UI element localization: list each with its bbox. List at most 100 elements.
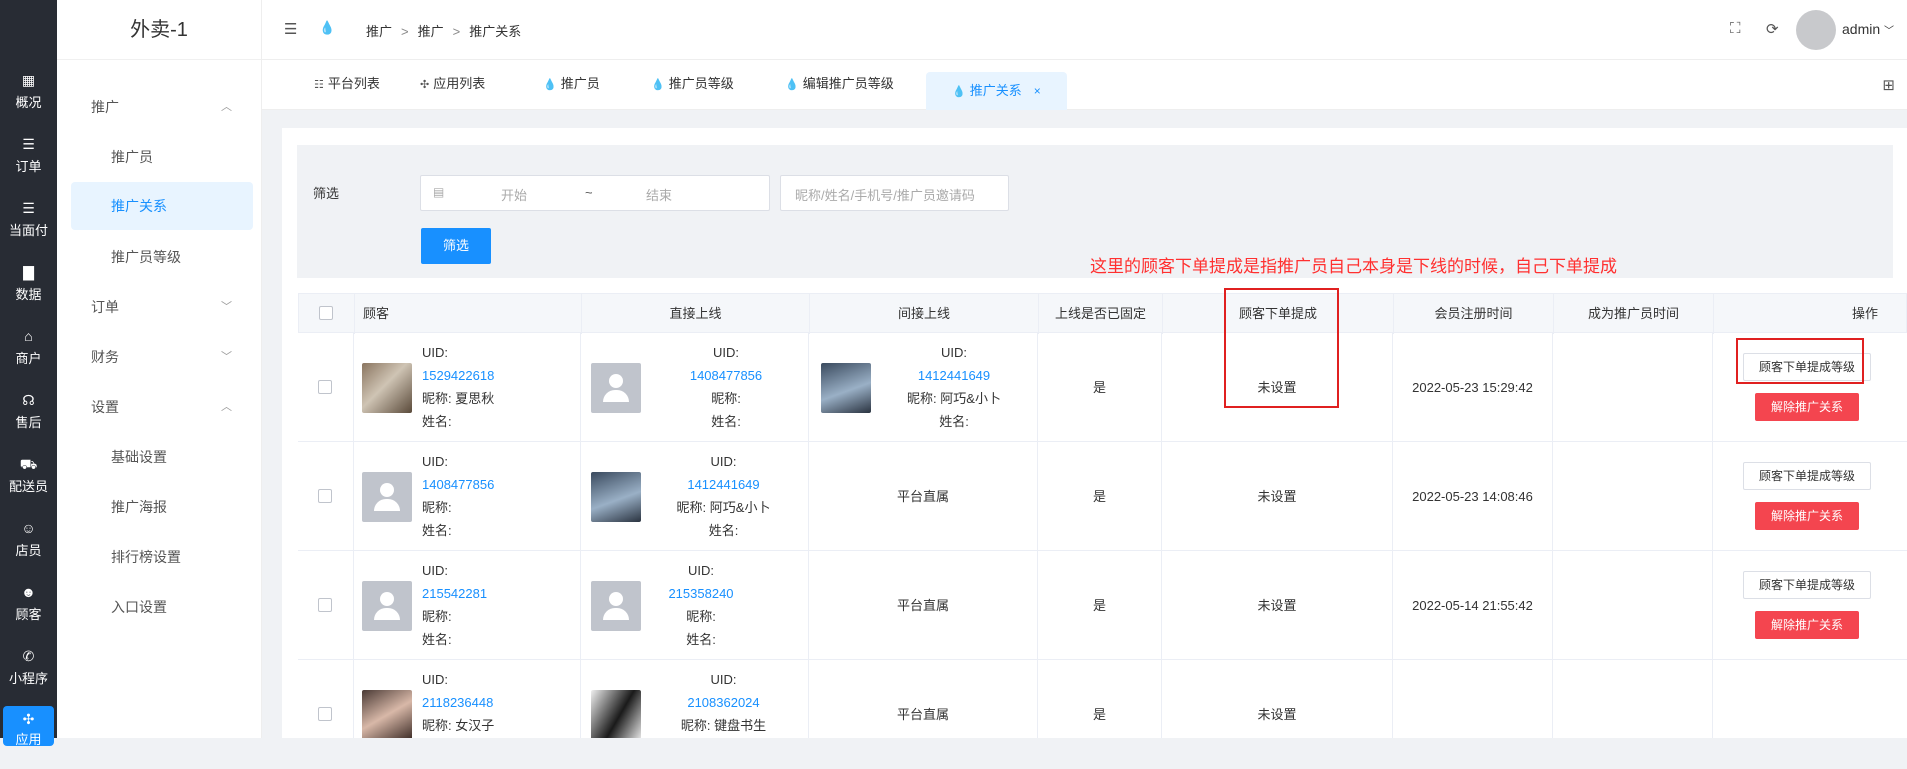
unbind-relation-button[interactable]: 解除推广关系	[1755, 502, 1859, 530]
range-separator: ~	[585, 185, 593, 200]
row-checkbox[interactable]	[318, 707, 332, 721]
checkbox-cell	[298, 442, 354, 551]
sidebar-item-label: 订单	[91, 299, 119, 315]
nickname: 昵称: 女汉子	[422, 718, 495, 733]
rail-item-label: 概况	[15, 95, 42, 110]
indirect-upline-avatar	[821, 363, 871, 413]
refresh-icon[interactable]: ⟳	[1766, 20, 1779, 38]
sidebar-group-orders[interactable]: 订单 ﹀	[57, 287, 262, 327]
uid-link[interactable]: 1412441649	[641, 473, 806, 496]
upline-fixed-cell: 是	[1038, 442, 1162, 551]
table-row: UID: 1529422618 昵称: 夏思秋 姓名: UID: 1408477…	[298, 333, 1907, 442]
rail-item-staff[interactable]: ☺ 店员	[0, 508, 57, 572]
row-checkbox[interactable]	[318, 489, 332, 503]
customer-info: UID: 1529422618 昵称: 夏思秋 姓名:	[422, 341, 494, 433]
upline-fixed-cell: 是	[1038, 551, 1162, 660]
sidebar-item-promotion-relation[interactable]: 推广关系	[71, 182, 253, 230]
sidebar-item-entry[interactable]: 入口设置	[57, 587, 262, 627]
tab-edit-promoter-level[interactable]: 💧 编辑推广员等级	[785, 60, 894, 108]
uid-label: UID:	[710, 454, 737, 469]
sidebar-group-promotion[interactable]: 推广 ︿	[57, 87, 262, 127]
sidebar-item-ranking[interactable]: 排行榜设置	[57, 537, 262, 577]
rail-item-after-sales[interactable]: ☊ 售后	[0, 380, 57, 444]
unbind-relation-button[interactable]: 解除推广关系	[1755, 393, 1859, 421]
start-date-input[interactable]: 开始	[501, 185, 527, 204]
sidebar-item-poster[interactable]: 推广海报	[57, 487, 262, 527]
select-all-checkbox[interactable]	[319, 306, 333, 320]
sidebar-group-finance[interactable]: 财务 ﹀	[57, 337, 262, 377]
uid-link[interactable]: 2118236448	[422, 691, 494, 714]
breadcrumb-item[interactable]: 推广	[366, 24, 392, 39]
row-checkbox[interactable]	[318, 380, 332, 394]
rail-item-face-pay[interactable]: ☰ 当面付	[0, 188, 57, 252]
tab-promotion-relation[interactable]: 💧 推广关系 ×	[926, 72, 1067, 110]
rail-item-mini-program[interactable]: ✆ 小程序	[0, 636, 57, 700]
rail-item-delivery[interactable]: ⛟ 配送员	[0, 444, 57, 508]
nickname: 昵称:	[686, 609, 716, 624]
fullscreen-icon[interactable]: ⛶	[1730, 20, 1741, 37]
user-silhouette-icon	[380, 483, 394, 497]
commission-level-button[interactable]: 顾客下单提成等级	[1743, 462, 1871, 490]
date-range-picker[interactable]: ▤ 开始 ~ 结束	[420, 175, 770, 211]
uid-label: UID:	[422, 345, 448, 360]
real-name: 姓名:	[711, 414, 741, 429]
direct-upline-cell: UID: 215358240 昵称: 姓名:	[581, 551, 809, 660]
avatar[interactable]	[1796, 10, 1836, 50]
rail-item-apps[interactable]: ✣ 应用	[3, 706, 54, 747]
register-time-cell: 2022-05-23 15:29:42	[1393, 333, 1553, 442]
user-menu[interactable]: admin ﹀	[1842, 21, 1894, 37]
row-checkbox[interactable]	[318, 598, 332, 612]
calendar-icon: ▤	[433, 185, 445, 199]
sidebar-item-basic-settings[interactable]: 基础设置	[57, 437, 262, 477]
grid-menu-icon[interactable]: ⊞	[1882, 76, 1895, 94]
commission-level-button[interactable]: 顾客下单提成等级	[1743, 571, 1871, 599]
order-commission-cell: 未设置	[1162, 551, 1393, 660]
unbind-relation-button[interactable]: 解除推广关系	[1755, 611, 1859, 639]
sidebar-group-settings[interactable]: 设置 ︿	[57, 387, 262, 427]
uid-label: UID:	[422, 563, 448, 578]
sidebar-item-promoter-level[interactable]: 推广员等级	[57, 237, 262, 277]
uid-link[interactable]: 1412441649	[879, 364, 1029, 387]
breadcrumb-item[interactable]: 推广	[418, 24, 444, 39]
tab-promoter[interactable]: 💧 推广员	[543, 60, 600, 108]
column-header: 间接上线	[810, 294, 1039, 334]
uid-label: UID:	[713, 345, 739, 360]
upline-fixed-cell: 是	[1038, 660, 1162, 738]
user-silhouette-icon	[609, 374, 623, 388]
username: admin	[1842, 21, 1881, 37]
checkbox-cell	[298, 551, 354, 660]
uid-link[interactable]: 215542281	[422, 582, 487, 605]
customer-cell: UID: 215542281 昵称: 姓名:	[354, 551, 581, 660]
filter-button[interactable]: 筛选	[421, 228, 491, 264]
uid-link[interactable]: 215358240	[651, 582, 751, 605]
uid-link[interactable]: 1408477856	[651, 364, 801, 387]
table-header: 顾客 直接上线 间接上线 上线是否已固定 顾客下单提成 会员注册时间 成为推广员…	[298, 293, 1907, 334]
keyword-search-input[interactable]: 昵称/姓名/手机号/推广员邀请码	[780, 175, 1009, 211]
uid-label: UID:	[422, 672, 448, 687]
apps-icon: ✣	[420, 79, 430, 91]
rail-item-orders[interactable]: ☰ 订单	[0, 124, 57, 188]
rail-item-overview[interactable]: ▦ 概况	[0, 60, 57, 124]
end-date-input[interactable]: 结束	[646, 185, 672, 204]
table-row: UID: 2118236448 昵称: 女汉子 UID: 2108362024 …	[298, 660, 1907, 738]
drop-icon: 💧	[952, 86, 966, 98]
tab-promoter-level[interactable]: 💧 推广员等级	[651, 60, 734, 108]
indirect-upline-cell: 平台直属	[809, 442, 1038, 551]
close-icon[interactable]: ×	[1034, 84, 1041, 98]
rail-item-data[interactable]: ▇ 数据	[0, 252, 57, 316]
headset-icon: ☊	[22, 392, 35, 408]
sidebar-item-label: 推广	[91, 99, 119, 115]
checkbox-cell	[298, 660, 354, 738]
tab-app-list[interactable]: ✣ 应用列表	[420, 60, 485, 108]
rail-item-customer[interactable]: ☻ 顾客	[0, 572, 57, 636]
uid-link[interactable]: 1408477856	[422, 473, 494, 496]
rail-item-merchant[interactable]: ⌂ 商户	[0, 316, 57, 380]
sidebar-item-promoter[interactable]: 推广员	[57, 137, 262, 177]
uid-link[interactable]: 2108362024	[641, 691, 806, 714]
avatar-placeholder	[362, 581, 412, 631]
tab-platform-list[interactable]: ☷ 平台列表	[314, 60, 380, 108]
drop-icon: 💧	[785, 79, 799, 91]
column-header: 上线是否已固定	[1039, 294, 1163, 334]
collapse-menu-icon[interactable]: ☰	[284, 20, 297, 38]
uid-link[interactable]: 1529422618	[422, 364, 494, 387]
